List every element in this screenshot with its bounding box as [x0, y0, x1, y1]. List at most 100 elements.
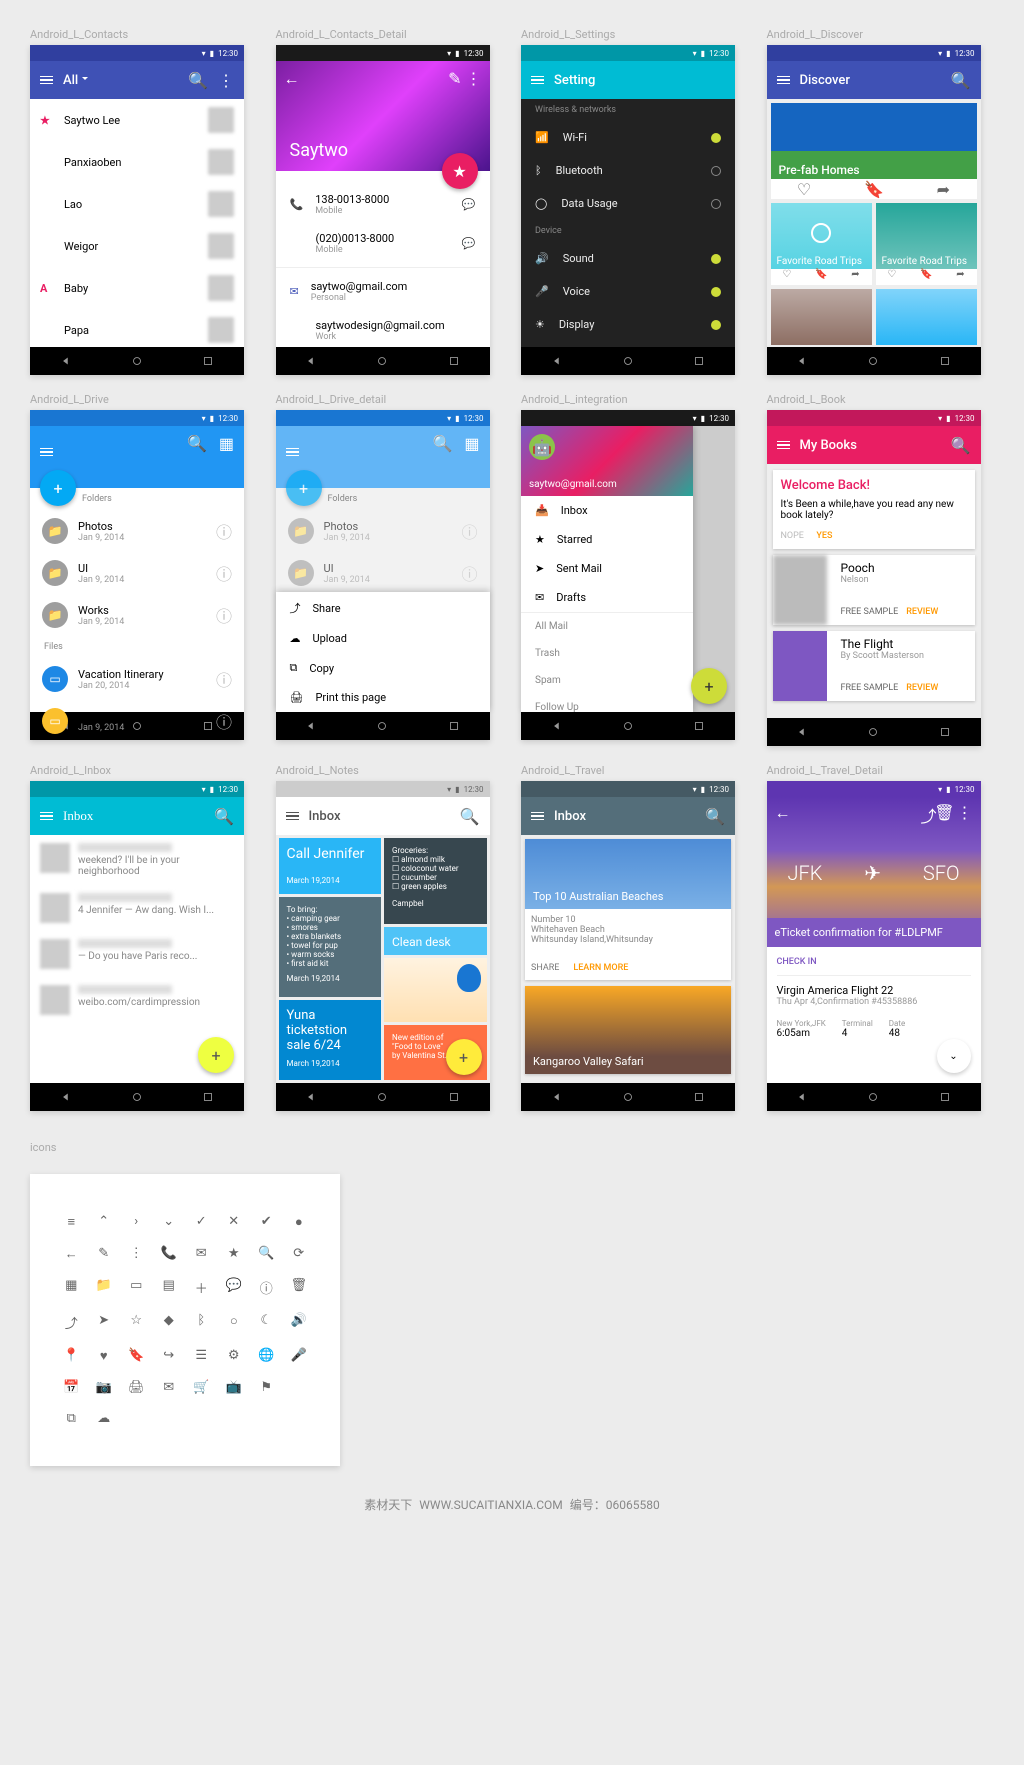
menu-icon[interactable] — [531, 76, 544, 85]
contacts-filter[interactable]: All — [63, 73, 178, 88]
more-icon[interactable]: ⋮ — [218, 71, 234, 90]
drive-item[interactable]: 📁WorksJan 9, 2014ⓘ — [30, 594, 244, 636]
menu-icon[interactable] — [286, 812, 299, 821]
scroll-down-fab[interactable]: ⌄ — [937, 1039, 971, 1073]
back-icon[interactable]: ← — [775, 803, 791, 823]
drawer-item[interactable]: 📥Inbox — [521, 496, 693, 525]
email-row[interactable]: saytwodesign@gmail.comWork — [276, 311, 490, 350]
note-tile[interactable]: Call JenniferMarch 19,2014 — [279, 838, 382, 894]
back-icon[interactable]: ← — [284, 69, 300, 89]
note-tile[interactable]: Yuna ticketstion sale 6/24March 19,2014 — [279, 1000, 382, 1080]
drive-item[interactable]: 📁UIJan 9, 2014ⓘ — [30, 552, 244, 594]
search-icon[interactable]: 🔍 — [188, 71, 208, 90]
drive-item[interactable]: ▭KitchenJan 9, 2014ⓘ — [30, 700, 244, 742]
info-icon[interactable]: ⓘ — [216, 667, 232, 691]
sheet-item[interactable]: ⤴Share — [276, 592, 490, 624]
phone-row[interactable]: 📞138-0013-8000Mobile💬 — [276, 185, 490, 224]
travel-card[interactable]: Top 10 Australian Beaches Number 10 Whit… — [525, 839, 731, 980]
travel-card[interactable]: Kangaroo Valley Safari — [525, 986, 731, 1074]
note-tile[interactable]: Clean desk — [384, 927, 487, 955]
menu-icon[interactable] — [40, 812, 53, 821]
drawer-label[interactable]: Trash — [521, 640, 693, 667]
share-button[interactable]: SHARE — [531, 963, 559, 973]
more-icon[interactable]: ⋮ — [466, 69, 482, 88]
drawer-item[interactable]: ➤Sent Mail — [521, 554, 693, 583]
drive-item[interactable]: 📁PhotosJan 9, 2014ⓘ — [276, 510, 490, 552]
settings-row[interactable]: 🎤Voice — [521, 275, 735, 308]
menu-icon[interactable] — [286, 448, 299, 457]
search-icon[interactable]: 🔍 — [951, 71, 971, 90]
sheet-item[interactable]: ☁Upload — [276, 624, 490, 653]
drive-item[interactable]: ▭Vacation ItineraryJan 20, 2014ⓘ — [30, 658, 244, 700]
inbox-item[interactable]: weibo.com/cardimpression — [30, 977, 244, 1023]
book-item[interactable]: The FlightBy Scoott MastersonFREE SAMPLE… — [773, 631, 975, 701]
add-fab[interactable]: + — [691, 668, 727, 704]
drawer-label[interactable]: All Mail — [521, 613, 693, 640]
search-icon[interactable]: 🔍 — [460, 807, 480, 826]
discover-card[interactable]: Pre-fab Homes ♡🔖➦ — [771, 103, 977, 199]
drive-item[interactable]: 📁UIJan 9, 2014ⓘ — [276, 552, 490, 594]
contact-row[interactable]: ★Saytwo Lee — [30, 99, 244, 141]
inbox-item[interactable]: weekend? I'll be in your neighborhood — [30, 835, 244, 885]
footer-url[interactable]: WWW.SUCAITIANXIA.COM — [419, 1498, 562, 1512]
toggle[interactable] — [711, 287, 721, 297]
checkin-link[interactable]: CHECK IN — [777, 957, 971, 967]
edit-icon[interactable]: ✎ — [448, 69, 461, 88]
view-icon[interactable]: ▦ — [464, 434, 479, 453]
inbox-item[interactable]: — Do you have Paris reco... — [30, 931, 244, 977]
contact-row[interactable]: Lao — [30, 183, 244, 225]
sheet-item[interactable]: ⧉Copy — [276, 653, 490, 683]
drawer-item[interactable]: ✉Drafts — [521, 583, 693, 612]
inbox-item[interactable]: 4 Jennifer — Aw dang. Wish I... — [30, 885, 244, 931]
settings-row[interactable]: 📶Wi-Fi — [521, 121, 735, 154]
discover-card[interactable]: Favorite Road Trips ♡🔖➦ — [876, 203, 977, 285]
toggle[interactable] — [711, 166, 721, 176]
search-icon[interactable]: 🔍 — [951, 436, 971, 455]
drawer-label[interactable]: Spam — [521, 667, 693, 694]
info-icon[interactable]: ⓘ — [461, 519, 477, 543]
info-icon[interactable]: ⓘ — [216, 561, 232, 585]
email-row[interactable]: ✉saytwo@gmail.comPersonal — [276, 272, 490, 311]
add-fab[interactable]: + — [286, 470, 322, 506]
view-icon[interactable]: ▦ — [219, 434, 234, 453]
menu-icon[interactable] — [777, 76, 790, 85]
search-icon[interactable]: 🔍 — [432, 434, 452, 453]
search-icon[interactable]: 🔍 — [214, 807, 234, 826]
heart-icon[interactable]: ♡ — [797, 180, 811, 199]
more-icon[interactable]: ⋮ — [957, 803, 973, 822]
toggle[interactable] — [711, 199, 721, 209]
note-tile[interactable] — [384, 958, 487, 1022]
bookmark-icon[interactable]: 🔖 — [864, 180, 884, 199]
search-icon[interactable]: 🔍 — [187, 434, 207, 453]
settings-row[interactable]: ☀Display — [521, 308, 735, 341]
msg-icon[interactable]: 💬 — [462, 237, 476, 250]
toggle[interactable] — [711, 320, 721, 330]
settings-row[interactable]: ◯Data Usage — [521, 187, 735, 220]
learn-more-button[interactable]: LEARN MORE — [573, 963, 628, 973]
add-fab[interactable]: + — [446, 1039, 482, 1075]
drawer-label[interactable]: Follow Up — [521, 694, 693, 721]
drive-item[interactable]: 📁PhotosJan 9, 2014ⓘ — [30, 510, 244, 552]
contact-row[interactable]: Panxiaoben — [30, 141, 244, 183]
contact-row[interactable]: ABaby — [30, 267, 244, 309]
settings-row[interactable]: 🔊Sound — [521, 242, 735, 275]
delete-icon[interactable]: 🗑 — [934, 803, 954, 822]
toggle[interactable] — [711, 254, 721, 264]
toggle[interactable] — [711, 133, 721, 143]
share-icon[interactable]: ➦ — [937, 180, 950, 199]
info-icon[interactable]: ⓘ — [216, 519, 232, 543]
search-icon[interactable]: 🔍 — [705, 807, 725, 826]
info-icon[interactable]: ⓘ — [461, 561, 477, 585]
drawer-item[interactable]: ★Starred — [521, 525, 693, 554]
note-tile[interactable]: To bring:• camping gear• smores• extra b… — [279, 897, 382, 997]
discover-card[interactable]: Favorite Road Trips ♡🔖➦ — [771, 203, 872, 285]
contact-row[interactable]: Weigor — [30, 225, 244, 267]
book-item[interactable]: PoochNelsonFREE SAMPLEREVIEW — [773, 555, 975, 625]
info-icon[interactable]: ⓘ — [216, 709, 232, 733]
menu-icon[interactable] — [40, 448, 53, 457]
note-tile[interactable]: Groceries:☐ almond milk☐ coloconut water… — [384, 838, 487, 924]
nope-button[interactable]: NOPE — [781, 531, 804, 541]
sheet-item[interactable]: 🖨Print this page — [276, 683, 490, 712]
menu-icon[interactable] — [40, 76, 53, 85]
phone-row[interactable]: (020)0013-8000Mobile💬 — [276, 224, 490, 263]
